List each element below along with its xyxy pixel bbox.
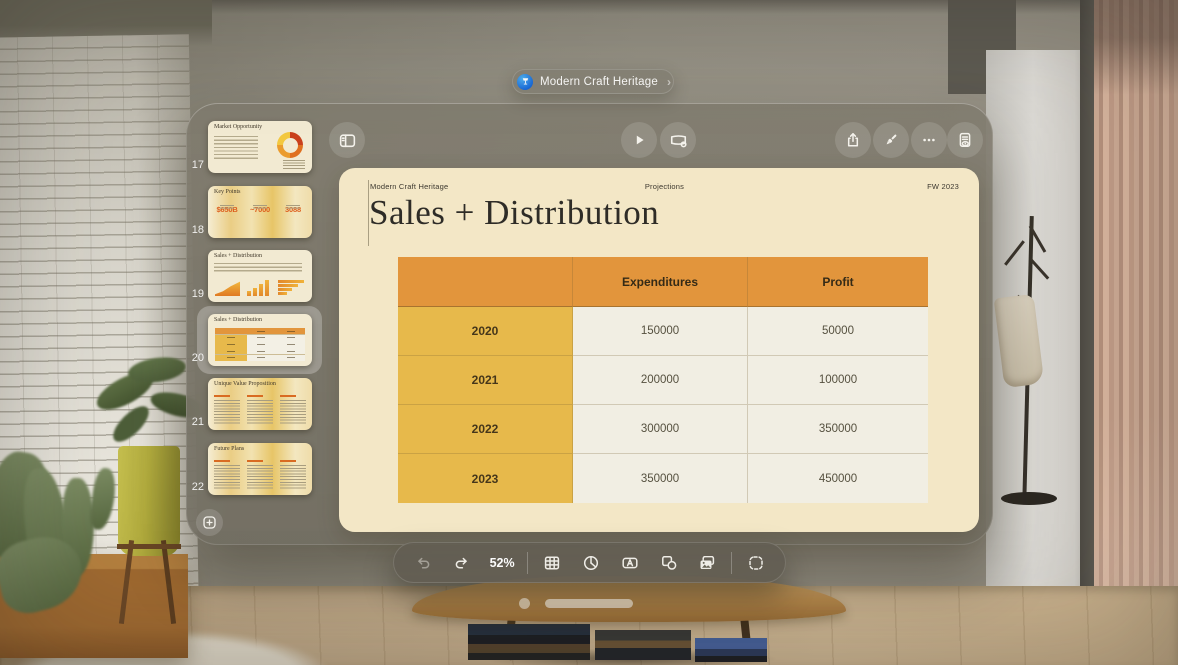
thumb-area-chart	[215, 281, 240, 296]
select-button[interactable]	[741, 548, 771, 578]
insert-chart-button[interactable]	[576, 548, 606, 578]
insert-media-button[interactable]	[692, 548, 722, 578]
slide-table[interactable]: Expenditures Profit 2020 150000 50000 20…	[398, 257, 928, 503]
thumb-title: Market Opportunity	[214, 124, 262, 130]
table-cell[interactable]: 450000	[748, 454, 928, 503]
thumb-title: Future Plans	[214, 446, 244, 452]
slide-thumbnail-18[interactable]: Key Points $650B ~7000 3088	[208, 186, 312, 238]
table-cell[interactable]: 50000	[748, 307, 928, 356]
table-cell[interactable]: 200000	[573, 356, 748, 405]
table-cell[interactable]: 150000	[573, 307, 748, 356]
app-title-pill[interactable]: Modern Craft Heritage ›	[512, 69, 674, 94]
slide-thumbnail-21[interactable]: Unique Value Proposition	[208, 378, 312, 430]
thumb-table	[215, 328, 305, 361]
play-icon	[630, 131, 648, 149]
toolbar-divider	[731, 552, 732, 574]
presenter-mode-icon	[669, 131, 688, 150]
table-header-cell[interactable]: Expenditures	[573, 257, 748, 307]
table-icon	[543, 554, 561, 572]
format-brush-icon	[882, 131, 900, 149]
insert-text-button[interactable]	[615, 548, 645, 578]
plus-icon	[201, 514, 218, 531]
redo-icon	[453, 554, 471, 572]
window-title: Modern Craft Heritage	[540, 76, 658, 88]
plant-pot	[118, 446, 180, 556]
toolbar-divider	[527, 552, 528, 574]
select-icon	[747, 554, 765, 572]
curtain	[1094, 0, 1178, 665]
coat-rack-base	[1001, 492, 1057, 505]
slide-number: 17	[188, 159, 204, 171]
table-cell[interactable]: 2022	[398, 405, 573, 454]
presenter-notes-icon	[956, 131, 974, 149]
thumb-title: Key Points	[214, 189, 241, 195]
slide-number: 22	[188, 481, 204, 493]
window-close-button[interactable]	[519, 598, 530, 609]
thumb-title: Sales + Distribution	[214, 317, 262, 323]
thumb-title: Unique Value Proposition	[214, 381, 276, 387]
table-header-cell[interactable]	[398, 257, 573, 307]
text-box-icon	[621, 554, 639, 572]
book-stack	[468, 624, 590, 660]
table-cell[interactable]: 350000	[748, 405, 928, 454]
redo-button[interactable]	[447, 548, 477, 578]
slide-title[interactable]: Sales + Distribution	[369, 195, 659, 230]
shapes-icon	[660, 554, 678, 572]
book-stack	[695, 638, 767, 662]
thumb-text-lines	[214, 136, 258, 161]
table-cell[interactable]: 2021	[398, 356, 573, 405]
slide-thumbnail-22[interactable]: Future Plans	[208, 443, 312, 495]
thumb-chart-legend	[283, 160, 305, 169]
sidebar-toggle-icon	[338, 131, 357, 150]
chevron-right-icon: ›	[667, 75, 671, 89]
media-icon	[698, 554, 716, 572]
slide-thumbnail-19[interactable]: Sales + Distribution	[208, 250, 312, 302]
thumb-title: Sales + Distribution	[214, 253, 262, 259]
more-icon	[920, 131, 938, 149]
undo-icon	[414, 554, 432, 572]
slide-number: 18	[188, 224, 204, 236]
table-cell[interactable]: 2020	[398, 307, 573, 356]
undo-button[interactable]	[408, 548, 438, 578]
slide-canvas[interactable]: Modern Craft Heritage Projections FW 202…	[339, 168, 979, 532]
table-cell[interactable]: 350000	[573, 454, 748, 503]
slide-number: 21	[188, 416, 204, 428]
bottom-toolbar: 52%	[393, 542, 786, 583]
share-icon	[844, 131, 862, 149]
play-button[interactable]	[621, 122, 657, 158]
pot-stand-bar	[117, 544, 181, 549]
table-header-cell[interactable]: Profit	[748, 257, 928, 307]
keynote-app-icon	[517, 74, 533, 90]
share-button[interactable]	[835, 122, 871, 158]
slide-number: 20	[188, 352, 204, 364]
zoom-level-button[interactable]: 52%	[486, 556, 519, 570]
slide-thumbnail-20[interactable]: Sales + Distribution	[208, 314, 312, 366]
table-cell[interactable]: 100000	[748, 356, 928, 405]
slide-header-right[interactable]: FW 2023	[763, 182, 959, 191]
slide-header-center[interactable]: Projections	[566, 182, 762, 191]
thumb-hbar-chart	[278, 280, 305, 296]
slide-thumbnail-17[interactable]: Market Opportunity	[208, 121, 312, 173]
visionos-scene: Modern Craft Heritage ›	[0, 0, 1178, 665]
presenter-mode-button[interactable]	[660, 122, 696, 158]
format-button[interactable]	[873, 122, 909, 158]
keynote-window: Market Opportunity Key Points $650B ~700…	[186, 103, 993, 545]
thumb-bar-chart	[247, 280, 271, 296]
table-cell[interactable]: 300000	[573, 405, 748, 454]
thumb-text-lines	[214, 263, 302, 273]
thumb-donut-chart	[277, 132, 303, 158]
add-slide-button[interactable]	[196, 509, 223, 536]
window-drag-bar[interactable]	[545, 599, 633, 608]
presenter-notes-button[interactable]	[947, 122, 983, 158]
book-stack	[595, 630, 691, 660]
table-cell[interactable]: 2023	[398, 454, 573, 503]
insert-table-button[interactable]	[537, 548, 567, 578]
chart-icon	[582, 554, 600, 572]
slide-header-row: Modern Craft Heritage Projections FW 202…	[370, 182, 959, 191]
insert-shape-button[interactable]	[654, 548, 684, 578]
slide-number: 19	[188, 288, 204, 300]
sidebar-toggle-button[interactable]	[329, 122, 365, 158]
more-button[interactable]	[911, 122, 947, 158]
slide-header-left[interactable]: Modern Craft Heritage	[370, 182, 566, 191]
